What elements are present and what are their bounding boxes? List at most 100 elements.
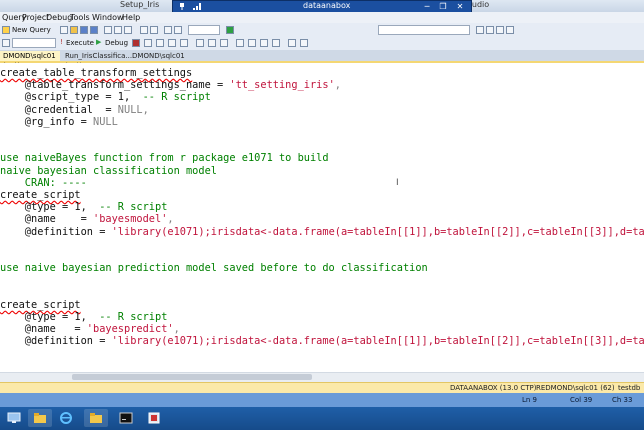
code-line[interactable]: use naiveBayes function from r package e…: [0, 152, 329, 164]
code-line[interactable]: @script_type = 1, -- R script: [0, 91, 211, 103]
new-file-icon[interactable]: [60, 26, 68, 34]
copy-icon[interactable]: [114, 26, 122, 34]
code-token: 'bayesmodel': [93, 213, 168, 226]
query-designer-icon[interactable]: [168, 39, 176, 47]
code-token: use naive bayesian prediction model save…: [0, 262, 428, 275]
more-options-icon[interactable]: [300, 39, 308, 47]
server-name: DATAANABOX (13.0 CTP): [450, 384, 537, 392]
menu-item-debug[interactable]: Debug: [46, 13, 72, 22]
save-all-icon[interactable]: [90, 26, 98, 34]
minimize-button[interactable]: ─: [421, 2, 433, 11]
save-icon[interactable]: [80, 26, 88, 34]
ssms-icon[interactable]: [142, 409, 166, 427]
properties-icon[interactable]: [496, 26, 504, 34]
undo-icon[interactable]: [140, 26, 148, 34]
specify-values-icon[interactable]: [288, 39, 296, 47]
tab-current-query[interactable]: DMOND\sqlc01 (62)) ✕: [0, 51, 60, 70]
toolbox-icon[interactable]: [506, 26, 514, 34]
navigate-forward-icon[interactable]: [174, 26, 182, 34]
open-folder-icon[interactable]: [70, 26, 78, 34]
column-number: Col 39: [570, 396, 593, 404]
server-manager-icon[interactable]: [2, 409, 26, 427]
parse-icon[interactable]: [144, 39, 152, 47]
internet-explorer-icon[interactable]: [54, 409, 78, 427]
find-icon[interactable]: [476, 26, 484, 34]
new-query-icon[interactable]: [2, 26, 10, 34]
menu-bar: Query Project Debug Tools Window Help: [0, 12, 644, 23]
code-line[interactable]: @credential = NULL,: [0, 104, 149, 116]
redo-icon[interactable]: [150, 26, 158, 34]
code-token: 'library(e1071);irisdata<-data.frame(a=t…: [111, 225, 644, 238]
close-button[interactable]: ✕: [454, 2, 466, 11]
uncomment-icon[interactable]: [248, 39, 256, 47]
results-text-icon[interactable]: [196, 39, 204, 47]
command-prompt-icon[interactable]: [114, 409, 138, 427]
code-editor[interactable]: create_table_transform_settings @table_t…: [0, 63, 644, 370]
increase-indent-icon[interactable]: [272, 39, 280, 47]
code-token: -- R script: [93, 311, 168, 323]
database-dropdown[interactable]: [12, 38, 56, 48]
code-token: NULL: [93, 115, 118, 128]
find-dropdown[interactable]: [378, 25, 470, 35]
solution-config-dropdown[interactable]: [188, 25, 220, 35]
char-number: Ch 33: [612, 396, 633, 404]
cancel-query-icon[interactable]: [132, 39, 140, 47]
code-token: naive bayesian classification model: [0, 164, 217, 177]
code-token: @table_transform_settings_name =: [0, 79, 230, 92]
comment-icon[interactable]: [236, 39, 244, 47]
debug-start-icon[interactable]: ▶: [96, 38, 101, 46]
sql-editor-toolbar: ! Execute ▶ Debug: [0, 37, 644, 51]
code-line[interactable]: @definition = 'library(e1071);irisdata<-…: [0, 335, 644, 347]
code-token: 'tt_setting_iris': [229, 79, 335, 92]
results-grid-icon[interactable]: [208, 39, 216, 47]
menu-item-tools[interactable]: Tools: [70, 13, 90, 22]
code-line[interactable]: @type = 1, -- R script: [0, 201, 168, 213]
options-icon[interactable]: [486, 26, 494, 34]
folder-icon[interactable]: [84, 409, 108, 427]
document-tabs: DMOND\sqlc01 (62)) ✕ Run_IrisClassifica.…: [0, 50, 644, 70]
code-line[interactable]: @name = 'bayespredict',: [0, 323, 180, 335]
code-line[interactable]: create_script: [0, 189, 81, 201]
windows-taskbar: [0, 407, 644, 430]
display-plan-icon[interactable]: [156, 39, 164, 47]
code-line[interactable]: @name = 'bayesmodel',: [0, 213, 174, 225]
code-token: use naiveBayes function from r package e…: [0, 152, 329, 165]
file-explorer-icon[interactable]: [28, 409, 52, 427]
execute-icon[interactable]: !: [60, 38, 63, 46]
horizontal-scrollbar[interactable]: [0, 372, 644, 382]
code-token: @name =: [0, 323, 87, 336]
code-line[interactable]: use naive bayesian prediction model save…: [0, 262, 428, 274]
code-line[interactable]: create_table_transform_settings: [0, 67, 192, 79]
code-token: @definition =: [0, 225, 112, 238]
code-line[interactable]: @definition = 'library(e1071);irisdata<-…: [0, 226, 644, 238]
cut-icon[interactable]: [104, 26, 112, 34]
code-line[interactable]: CRAN: ----: [0, 177, 87, 189]
scrollbar-thumb[interactable]: [72, 374, 312, 380]
code-token: @type = 1,: [0, 311, 93, 323]
restore-button[interactable]: ❐: [437, 2, 449, 11]
start-icon[interactable]: [226, 26, 234, 34]
standard-toolbar: New Query: [0, 23, 644, 38]
new-query-button[interactable]: New Query: [12, 26, 51, 34]
code-line[interactable]: @rg_info = NULL: [0, 116, 118, 128]
tab-run-iris-classification[interactable]: Run_IrisClassifica...DMOND\sqlc01 (55))*: [62, 51, 190, 70]
code-line[interactable]: @type = 1, -- R script: [0, 311, 168, 323]
code-token: 'library(e1071);irisdata<-data.frame(a=t…: [111, 335, 644, 348]
debug-button[interactable]: Debug: [105, 39, 128, 47]
code-line[interactable]: @table_transform_settings_name = 'tt_set…: [0, 79, 341, 91]
pin-icon[interactable]: [176, 2, 188, 11]
results-file-icon[interactable]: [220, 39, 228, 47]
paste-icon[interactable]: [124, 26, 132, 34]
navigate-back-icon[interactable]: [164, 26, 172, 34]
code-line[interactable]: naive bayesian classification model: [0, 165, 217, 177]
database-icon[interactable]: [2, 39, 10, 47]
code-token: 'bayespredict': [86, 323, 174, 336]
execute-button[interactable]: Execute: [66, 39, 94, 47]
menu-item-help[interactable]: Help: [122, 13, 140, 22]
code-token: @script_type = 1,: [0, 91, 137, 104]
intellisense-icon[interactable]: [180, 39, 188, 47]
menu-item-window[interactable]: Window: [92, 13, 124, 22]
code-line[interactable]: create_script: [0, 299, 81, 311]
decrease-indent-icon[interactable]: [260, 39, 268, 47]
remote-host-name: dataanabox: [303, 1, 351, 10]
